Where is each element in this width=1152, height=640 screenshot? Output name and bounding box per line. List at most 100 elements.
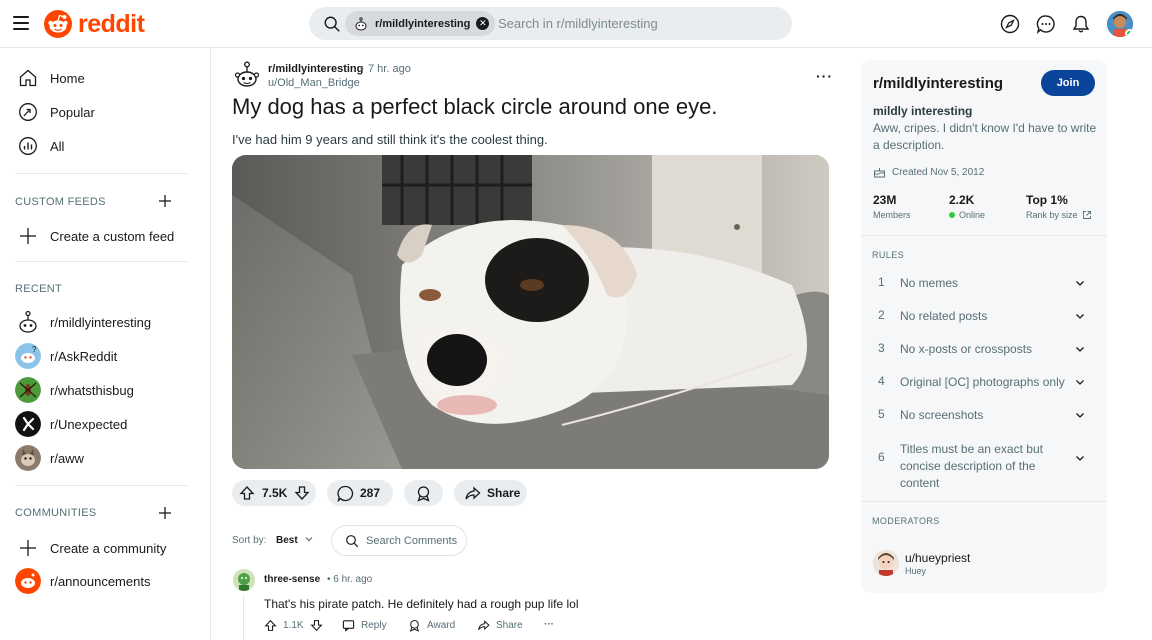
sort-dropdown[interactable]: Best: [276, 535, 298, 546]
downvote-icon[interactable]: [294, 485, 310, 501]
community-item-announcements[interactable]: r/announcements: [15, 568, 150, 594]
moderator-name[interactable]: u/hueypriest: [905, 551, 970, 565]
notification-bell-icon[interactable]: [1071, 14, 1091, 34]
nav-home[interactable]: Home: [18, 68, 85, 88]
post-title: My dog has a perfect black circle around…: [232, 94, 718, 119]
all-icon: [19, 137, 37, 155]
community-created: Created Nov 5, 2012: [873, 166, 984, 178]
members-label: Members: [873, 210, 911, 220]
rank-label[interactable]: Rank by size: [1026, 210, 1092, 220]
comment-avatar[interactable]: [233, 569, 255, 591]
search-subreddit-chip[interactable]: r/mildlyinteresting ✕: [345, 11, 496, 36]
share-button[interactable]: Share: [454, 480, 527, 506]
reply-icon: [342, 620, 355, 632]
chevron-down-icon: [1076, 281, 1084, 286]
comment-author[interactable]: three-sense: [264, 574, 320, 585]
user-avatar[interactable]: [1107, 11, 1133, 37]
comments-button[interactable]: 287: [327, 480, 393, 506]
rule-number: 6: [878, 450, 885, 464]
upvote-icon[interactable]: [239, 485, 255, 501]
rule-number: 5: [878, 407, 885, 421]
comment-count: 287: [360, 486, 381, 500]
add-community-icon[interactable]: [158, 506, 172, 520]
comment-time: • 6 hr. ago: [327, 574, 373, 585]
comment-thread-line[interactable]: [243, 595, 244, 640]
create-custom-feed-button[interactable]: Create a custom feed: [18, 226, 174, 246]
moderator-avatar[interactable]: [873, 550, 899, 576]
svg-text:?: ?: [32, 345, 37, 354]
create-community-button[interactable]: Create a community: [18, 538, 166, 558]
rule-text: No related posts: [900, 309, 988, 323]
search-chip-label: r/mildlyinteresting: [375, 17, 471, 30]
rank-value: Top 1%: [1026, 193, 1068, 207]
cake-icon: [874, 168, 885, 178]
join-button[interactable]: Join: [1041, 70, 1095, 96]
plus-icon: [20, 540, 36, 556]
rule-text: No screenshots: [900, 408, 984, 422]
comment-text: That's his pirate patch. He definitely h…: [264, 597, 579, 611]
unexpected-community-icon: [15, 411, 41, 437]
reply-button[interactable]: Reply: [342, 619, 387, 632]
reddit-logo[interactable]: reddit: [44, 10, 145, 38]
share-icon: [465, 486, 481, 499]
share-label: Share: [487, 486, 521, 500]
recent-item-whatsthisbug[interactable]: r/whatsthisbug: [15, 377, 134, 403]
rule-text: Original [OC] photographs only: [900, 375, 1065, 389]
comment-search-placeholder: Search Comments: [366, 535, 458, 547]
nav-popular[interactable]: Popular: [18, 102, 95, 122]
recent-item-label: r/Unexpected: [50, 416, 128, 432]
add-custom-feed-icon[interactable]: [158, 194, 172, 208]
recent-item-label: r/mildlyinteresting: [50, 314, 152, 330]
downvote-icon[interactable]: [309, 619, 323, 632]
search-input[interactable]: Search in r/mildlyinteresting: [498, 16, 658, 31]
search-icon: [324, 16, 340, 32]
clear-chip-icon[interactable]: ✕: [476, 17, 490, 30]
sort-label: Sort by:: [232, 535, 267, 546]
rule-number: 3: [878, 341, 885, 355]
comment-vote-group: 1.1K: [264, 619, 323, 632]
subreddit-snoo-icon: [355, 16, 367, 30]
left-sidebar: Home Popular All CUSTOM FEEDS Create a c…: [0, 48, 211, 640]
nav-all[interactable]: All: [18, 136, 64, 156]
comment-search-input[interactable]: Search Comments: [331, 525, 467, 556]
post-author-link[interactable]: u/Old_Man_Bridge: [268, 77, 360, 89]
menu-icon[interactable]: [10, 12, 32, 34]
post-image[interactable]: [232, 155, 829, 469]
vote-pill: 7.5K: [232, 480, 316, 506]
post-more-options-button[interactable]: ···: [816, 68, 833, 84]
comment-award-button[interactable]: Award: [408, 619, 455, 632]
recent-item-label: r/whatsthisbug: [50, 382, 134, 398]
subreddit-icon[interactable]: [234, 60, 260, 90]
award-button[interactable]: [404, 480, 443, 506]
rule-text: Titles must be an exact but concise desc…: [900, 442, 1043, 490]
upvote-icon[interactable]: [264, 619, 277, 632]
community-title: r/mildlyinteresting: [873, 75, 1004, 92]
rule-number: 4: [878, 374, 885, 388]
comment-icon: [337, 485, 354, 502]
create-community-label: Create a community: [50, 540, 167, 556]
recent-item-aww[interactable]: r/aww: [15, 445, 84, 471]
recent-item-askreddit[interactable]: ? r/AskReddit: [15, 343, 117, 369]
explore-icon[interactable]: [1000, 14, 1020, 34]
members-label-text: Members: [873, 210, 911, 220]
community-sidebar: r/mildlyinteresting Join mildly interest…: [861, 60, 1107, 593]
recent-item-unexpected[interactable]: r/Unexpected: [15, 411, 127, 437]
online-dot: [949, 212, 955, 218]
award-icon: [409, 620, 420, 632]
post-time: 7 hr. ago: [368, 63, 411, 75]
chevron-down-icon: [1076, 347, 1084, 352]
post-subreddit-link[interactable]: r/mildlyinteresting: [268, 63, 363, 75]
comment-more-button[interactable]: ···: [544, 619, 554, 630]
rule-text: No memes: [900, 276, 959, 290]
chat-icon[interactable]: [1036, 14, 1056, 34]
comment-share-button[interactable]: Share: [477, 619, 523, 632]
chevron-down-icon[interactable]: [304, 534, 314, 544]
recent-item-mildlyinteresting[interactable]: r/mildlyinteresting: [15, 309, 151, 335]
meta-separator: •: [360, 63, 364, 75]
recent-item-label: r/aww: [50, 450, 84, 466]
comment-vote-count: 1.1K: [283, 620, 304, 631]
moderators-title: MODERATORS: [872, 516, 940, 526]
rank-label-text: Rank by size: [1026, 210, 1078, 220]
reddit-logo-icon: [44, 10, 72, 38]
community-description: Aww, cripes. I didn't know I'd have to w…: [873, 121, 1097, 152]
